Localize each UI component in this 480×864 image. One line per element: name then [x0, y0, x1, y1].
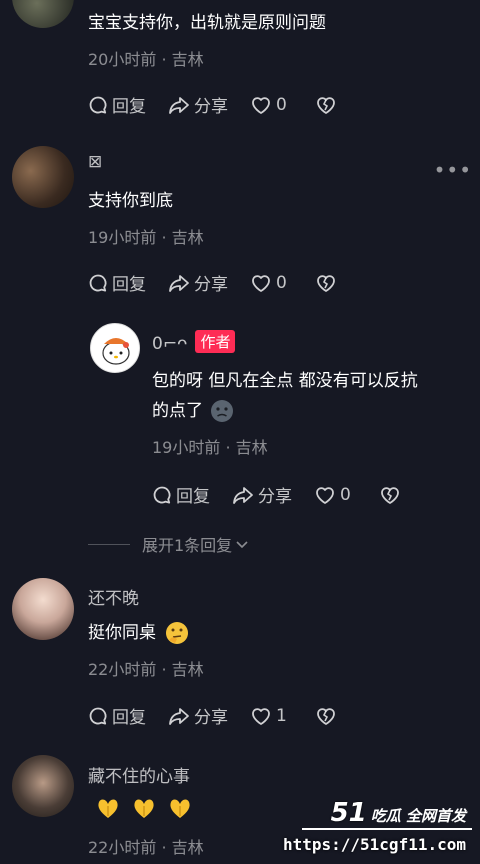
reply-label: 回复 — [112, 275, 146, 295]
watermark-brand-number: 51 — [330, 798, 367, 828]
broken-heart-icon — [316, 274, 335, 292]
expand-replies-button[interactable]: 展开1条回复 — [88, 532, 250, 556]
author-badge: 作者 — [195, 330, 236, 353]
comment-actions: 回复 分享 0 — [152, 482, 427, 507]
comment-meta: 19小时前 · 吉林 — [152, 438, 268, 457]
heart-icon — [252, 707, 270, 725]
share-label: 分享 — [194, 708, 228, 728]
comment-meta: 20小时前 · 吉林 — [88, 50, 204, 69]
share-button[interactable]: 分享 — [232, 482, 292, 507]
reply-icon — [89, 96, 107, 113]
reply-label: 回复 — [112, 97, 146, 117]
cartoon-cat-avatar-icon — [102, 338, 130, 365]
share-label: 分享 — [258, 487, 292, 507]
reply-button[interactable]: 回复 — [152, 482, 210, 507]
reply-button[interactable]: 回复 — [88, 270, 146, 295]
thinking-face-emoji-icon — [166, 622, 188, 644]
username[interactable]: 还不晚 — [88, 584, 139, 609]
watermark-divider — [302, 828, 472, 830]
share-icon — [233, 486, 253, 504]
like-count: 1 — [276, 705, 287, 726]
watermark-brand-text: 吃瓜 全网首发 — [370, 807, 466, 825]
more-options-icon[interactable]: ••• — [434, 158, 472, 182]
heart-hands-emoji-icon — [98, 799, 118, 818]
username-row: 0⌐ᴖ 作者 — [152, 330, 236, 354]
divider-line — [88, 543, 130, 545]
heart-hands-emoji-icon — [170, 799, 190, 818]
comment-text-line-2-text: 的点了 — [152, 401, 203, 421]
share-icon — [169, 96, 189, 114]
like-count: 0 — [276, 94, 287, 115]
expand-replies-label: 展开1条回复 — [142, 536, 233, 555]
like-count: 0 — [276, 272, 287, 293]
reply-icon — [89, 707, 107, 724]
comment-text: 宝宝支持你，出轨就是原则问题 — [88, 13, 326, 33]
comment-text-line-1: 包的呀 但凡在全点 都没有可以反抗 — [152, 371, 418, 391]
avatar[interactable] — [12, 146, 74, 208]
heart-icon — [252, 274, 270, 292]
comment-meta: 22小时前 · 吉林 — [88, 838, 204, 857]
share-label: 分享 — [194, 275, 228, 295]
comment-text-line-2: 的点了 — [152, 396, 472, 426]
watermark-url: https://51cgf11.com — [282, 835, 466, 854]
share-label: 分享 — [194, 97, 228, 117]
watermark-brand: 51 吃瓜 全网首发 — [331, 798, 466, 828]
reply-label: 回复 — [112, 708, 146, 728]
avatar[interactable] — [12, 0, 74, 28]
share-icon — [169, 274, 189, 292]
avatar[interactable] — [90, 323, 140, 373]
reply-button[interactable]: 回复 — [88, 703, 146, 728]
comment-text-content: 挺你同桌 — [88, 623, 156, 643]
reply-label: 回复 — [176, 487, 210, 507]
username[interactable]: 0⌐ᴖ — [152, 334, 187, 354]
like-button[interactable]: 1 — [250, 706, 287, 726]
username[interactable]: 藏不住的心事 — [88, 762, 190, 787]
like-button[interactable]: 0 — [250, 273, 287, 293]
chevron-down-icon — [236, 541, 248, 549]
reply-icon — [153, 486, 171, 503]
share-button[interactable]: 分享 — [168, 270, 228, 295]
dislike-button[interactable] — [315, 95, 341, 115]
avatar[interactable] — [12, 755, 74, 817]
comment-text: 挺你同桌 — [88, 618, 190, 648]
comment-actions: 回复 分享 1 — [88, 703, 363, 728]
like-count: 0 — [340, 484, 351, 505]
like-button[interactable]: 0 — [250, 95, 287, 115]
comment-text: 包的呀 但凡在全点 都没有可以反抗 的点了 — [152, 366, 472, 426]
like-button[interactable]: 0 — [314, 485, 351, 505]
sad-face-emoji-icon — [211, 400, 233, 422]
dislike-button[interactable] — [315, 706, 341, 726]
comment-meta: 22小时前 · 吉林 — [88, 660, 204, 679]
broken-heart-icon — [316, 707, 335, 725]
username[interactable]: ⊠ — [88, 152, 102, 172]
heart-icon — [316, 486, 334, 504]
share-button[interactable]: 分享 — [168, 703, 228, 728]
share-icon — [169, 707, 189, 725]
reply-button[interactable]: 回复 — [88, 92, 146, 117]
watermark: 51 吃瓜 全网首发 https://51cgf11.com — [272, 798, 472, 858]
comment-meta: 19小时前 · 吉林 — [88, 228, 204, 247]
comment-emojis — [94, 794, 194, 822]
dislike-button[interactable] — [379, 485, 405, 505]
reply-icon — [89, 274, 107, 291]
comment-actions: 回复 分享 0 — [88, 270, 363, 295]
heart-icon — [252, 96, 270, 114]
broken-heart-icon — [316, 96, 335, 114]
heart-hands-emoji-icon — [134, 799, 154, 818]
avatar[interactable] — [12, 578, 74, 640]
comment-actions: 回复 分享 0 — [88, 92, 363, 117]
comment-text: 支持你到底 — [88, 191, 173, 211]
dislike-button[interactable] — [315, 273, 341, 293]
broken-heart-icon — [380, 486, 399, 504]
share-button[interactable]: 分享 — [168, 92, 228, 117]
